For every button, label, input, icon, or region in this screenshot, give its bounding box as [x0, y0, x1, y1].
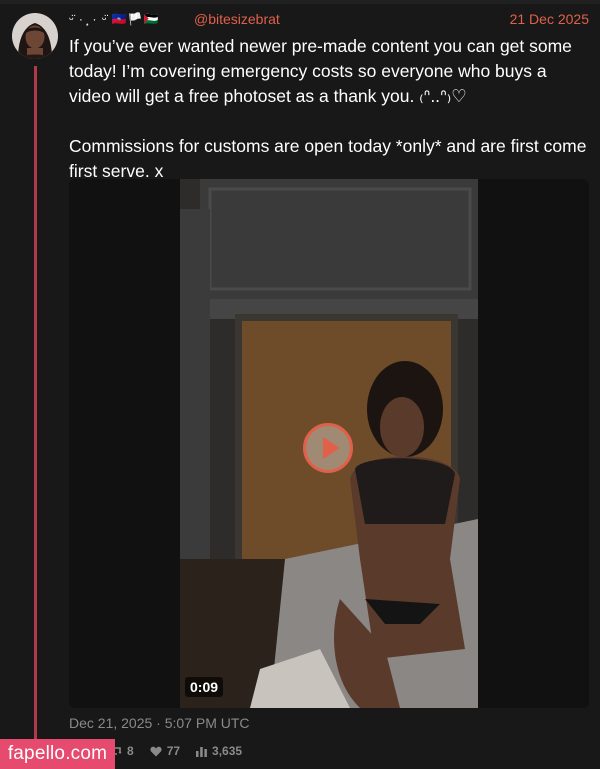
retweet-count: 8: [127, 744, 134, 758]
avatar[interactable]: [12, 13, 58, 59]
tweet-date[interactable]: 21 Dec 2025: [510, 11, 589, 27]
view-count: 3,635: [212, 744, 243, 758]
views-stat[interactable]: 3,635: [196, 744, 242, 758]
author-handle[interactable]: @bitesizebrat: [194, 11, 280, 27]
heart-icon: [150, 746, 162, 757]
bar-chart-icon: [196, 746, 207, 757]
tweet-page: ᵕ̈ · ̩͙ · ᵕ̈ 🇭🇹🏳️🇵🇸 @bitesizebrat 21 Dec…: [0, 0, 600, 769]
video-attachment[interactable]: 0:09: [69, 179, 589, 708]
tweet-body: If you’ve ever wanted newer pre-made con…: [69, 34, 589, 184]
tweet-stats: 8 77 3,635: [110, 742, 242, 760]
thread-line: [34, 66, 37, 769]
like-count: 77: [166, 744, 181, 758]
video-duration: 0:09: [185, 677, 224, 697]
top-divider: [0, 0, 600, 4]
site-watermark: fapello.com: [0, 739, 115, 769]
play-button[interactable]: [303, 423, 353, 473]
tweet-timestamp[interactable]: Dec 21, 2025 · 5:07 PM UTC: [69, 715, 250, 731]
like-stat[interactable]: 77: [150, 744, 180, 758]
tweet-paragraph-1: If you’ve ever wanted newer pre-made con…: [69, 36, 572, 106]
tweet-header: ᵕ̈ · ̩͙ · ᵕ̈ 🇭🇹🏳️🇵🇸 @bitesizebrat 21 Dec…: [69, 10, 589, 32]
tweet-paragraph-2: Commissions for customs are open today *…: [69, 136, 587, 181]
display-name[interactable]: ᵕ̈ · ̩͙ · ᵕ̈ 🇭🇹🏳️🇵🇸: [69, 12, 160, 26]
